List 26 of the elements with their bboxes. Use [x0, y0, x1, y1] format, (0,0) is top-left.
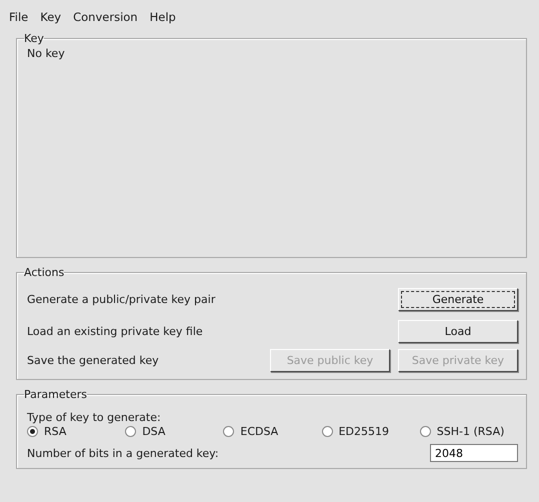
group-title: Parameters [24, 388, 87, 401]
radio-label: RSA [44, 425, 66, 438]
menu-item[interactable]: Key [40, 10, 62, 28]
action-label: Save the generated key [27, 354, 159, 366]
key-type-label: Type of key to generate: [27, 411, 162, 424]
radio-button[interactable] [420, 426, 431, 437]
radio-label: ED25519 [338, 425, 390, 438]
menu-item[interactable]: File [9, 10, 28, 28]
key-status-text: No key [27, 46, 66, 60]
radio-button[interactable] [27, 426, 38, 437]
bits-label: Number of bits in a generated key: [27, 446, 219, 460]
group-title: Key [24, 32, 44, 45]
radio-button[interactable] [322, 426, 333, 437]
action-button[interactable]: Generate [398, 288, 518, 310]
group-title: Actions [24, 266, 64, 279]
bits-field[interactable]: 2048 [430, 444, 518, 462]
radio-label: DSA [142, 425, 166, 438]
radio-label: SSH-1 (RSA) [436, 425, 504, 438]
menu-item[interactable]: Help [150, 10, 176, 28]
action-label: Generate a public/private key pair [27, 292, 216, 306]
radio-button[interactable] [223, 426, 234, 437]
action-button[interactable]: Load [398, 320, 518, 342]
radio-label: ECDSA [240, 425, 278, 438]
radio-button[interactable] [125, 426, 136, 437]
action-label: Load an existing private key file [27, 324, 203, 338]
menu-item[interactable]: Conversion [73, 10, 138, 28]
